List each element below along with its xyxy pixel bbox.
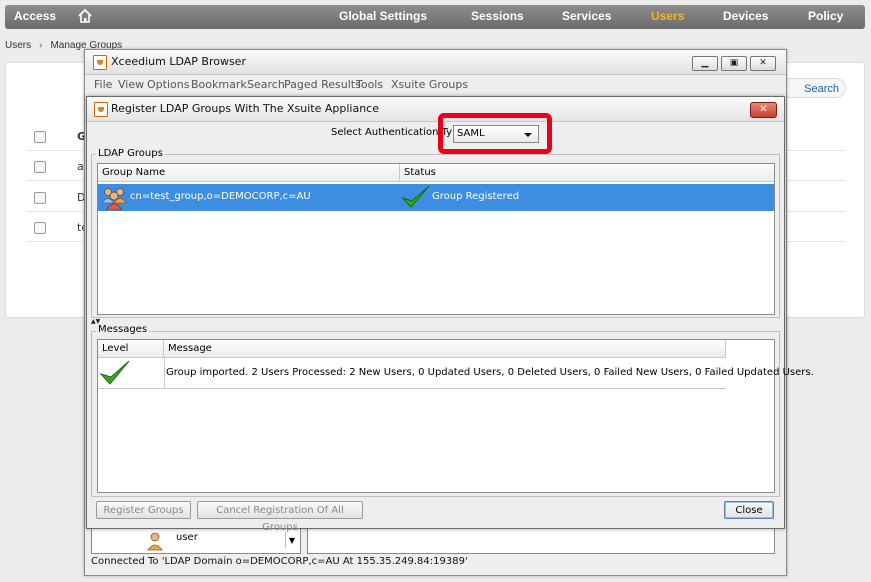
nav-services[interactable]: Services xyxy=(562,9,611,23)
nav-global-settings[interactable]: Global Settings xyxy=(339,9,427,23)
menu-bookmark[interactable]: Bookmark xyxy=(191,78,247,91)
column-header-level[interactable]: Level xyxy=(98,340,164,358)
user-icon xyxy=(147,532,163,551)
cell-divider xyxy=(164,358,165,388)
breadcrumb-users[interactable]: Users xyxy=(5,40,31,51)
dialog-close-icon[interactable]: ✕ xyxy=(750,102,777,118)
menu-paged-results[interactable]: Paged Results xyxy=(284,78,361,91)
nav-policy[interactable]: Policy xyxy=(808,9,843,23)
register-groups-dialog: Register LDAP Groups With The Xsuite App… xyxy=(86,96,814,533)
menu-options[interactable]: Options xyxy=(147,78,189,91)
browser-titlebar: Xceedium LDAP Browser ▁ ▣ ✕ xyxy=(85,50,786,75)
window-close-button[interactable]: ✕ xyxy=(750,56,776,71)
close-button[interactable]: Close xyxy=(724,501,774,519)
brand-label: Access xyxy=(14,9,57,23)
nav-users[interactable]: Users xyxy=(651,9,684,23)
cancel-registration-button[interactable]: Cancel Registration Of All Groups xyxy=(197,501,363,533)
column-header-group-name[interactable]: Group Name xyxy=(98,164,400,182)
nav-devices[interactable]: Devices xyxy=(723,9,768,23)
dialog-title: Register LDAP Groups With The Xsuite App… xyxy=(111,102,379,115)
group-status-cell: Group Registered xyxy=(432,191,520,202)
message-cell: Group imported. 2 Users Processed: 2 New… xyxy=(166,367,814,378)
menu-bar: File View Options Bookmark Search Paged … xyxy=(85,75,786,93)
group-name-cell: cn=test_group,o=DEMOCORP,c=AU xyxy=(130,191,311,202)
ldap-groups-section-label: LDAP Groups xyxy=(96,148,165,159)
row-checkbox[interactable] xyxy=(34,161,46,173)
dialog-titlebar: Register LDAP Groups With The Xsuite App… xyxy=(87,97,784,122)
column-header-status[interactable]: Status xyxy=(400,164,774,182)
java-app-icon xyxy=(94,102,108,117)
breadcrumb-separator: › xyxy=(39,40,43,51)
table-row[interactable]: cn=test_group,o=DEMOCORP,c=AU Group Regi… xyxy=(98,184,774,211)
maximize-button[interactable]: ▣ xyxy=(721,56,747,71)
group-icon xyxy=(101,188,127,210)
check-icon xyxy=(99,360,130,385)
ldap-groups-table: Group Name Status cn=test_group,o=DEMOCO… xyxy=(97,163,775,315)
nav-sessions[interactable]: Sessions xyxy=(471,9,524,23)
menu-tools[interactable]: Tools xyxy=(356,78,383,91)
messages-section-label: Messages xyxy=(96,324,150,335)
highlight-annotation xyxy=(438,113,552,154)
home-icon[interactable] xyxy=(77,8,93,24)
row-checkbox[interactable] xyxy=(34,192,46,204)
attribute-pane[interactable] xyxy=(307,528,775,554)
java-app-icon xyxy=(93,55,107,70)
top-navigation-bar: Access Global Settings Sessions Services… xyxy=(5,5,865,29)
check-icon xyxy=(401,185,430,208)
menu-xsuite-groups[interactable]: Xsuite Groups xyxy=(391,78,468,91)
select-all-checkbox[interactable] xyxy=(34,131,46,143)
messages-table: Level Message Group imported. 2 Users Pr… xyxy=(97,339,814,493)
row-checkbox[interactable] xyxy=(34,222,46,234)
status-bar: Connected To 'LDAP Domain o=DEMOCORP,c=A… xyxy=(91,556,468,567)
minimize-button[interactable]: ▁ xyxy=(692,56,718,71)
menu-view[interactable]: View xyxy=(118,78,144,91)
column-header-message[interactable]: Message xyxy=(164,340,726,358)
tree-item-user[interactable]: user xyxy=(176,532,198,543)
register-groups-button[interactable]: Register Groups xyxy=(96,501,191,519)
search-button[interactable]: Search xyxy=(780,78,846,98)
browser-title: Xceedium LDAP Browser xyxy=(111,55,246,68)
table-row[interactable]: Group imported. 2 Users Processed: 2 New… xyxy=(98,358,814,389)
menu-search[interactable]: Search xyxy=(247,78,285,91)
menu-file[interactable]: File xyxy=(94,78,112,91)
